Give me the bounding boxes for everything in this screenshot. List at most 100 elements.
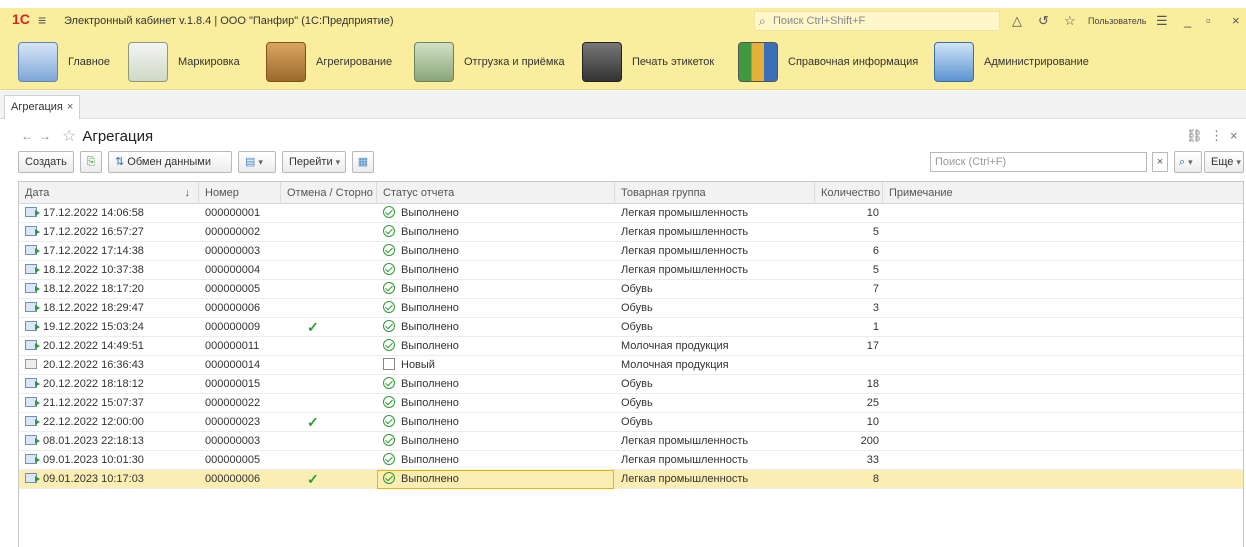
- cell-number: 000000011: [205, 340, 260, 352]
- done-status-icon: [383, 225, 395, 237]
- column-header-date[interactable]: Дата ↓: [19, 182, 199, 204]
- cell-quantity: 5: [872, 226, 879, 238]
- section-aggregation[interactable]: Агрегирование: [266, 34, 392, 90]
- done-status-icon: [383, 396, 395, 408]
- print-menu-button[interactable]: ▤ ▾: [238, 151, 276, 173]
- bell-icon[interactable]: △: [1012, 13, 1022, 29]
- table-row[interactable]: 18.12.2022 10:37:38 000000004 Выполнено Лег…: [19, 261, 1243, 280]
- cell-quantity: 3: [872, 302, 879, 314]
- global-search-input[interactable]: ⌕ Поиск Ctrl+Shift+F: [754, 11, 1000, 31]
- status-text: Выполнено: [401, 340, 459, 352]
- document-icon: [25, 435, 40, 445]
- cell-date: 09.01.2023 10:17:03: [25, 470, 195, 489]
- cell-number: 000000022: [205, 397, 261, 409]
- section-shipping[interactable]: Отгрузка и приёмка: [414, 34, 565, 90]
- cell-date: 20.12.2022 16:36:43: [25, 356, 195, 375]
- cell-group: Обувь: [621, 397, 653, 409]
- date-text: 17.12.2022 14:06:58: [43, 207, 144, 219]
- user-name[interactable]: Пользователь: [1088, 16, 1146, 26]
- cell-group: Обувь: [621, 283, 653, 295]
- settings-menu-icon[interactable]: ☰: [1156, 13, 1168, 29]
- close-window-icon[interactable]: ×: [1232, 13, 1240, 28]
- column-header-quantity[interactable]: Количество: [815, 182, 883, 204]
- back-arrow-icon[interactable]: ←: [18, 127, 36, 145]
- status-text: Выполнено: [401, 226, 459, 238]
- table-row[interactable]: 20.12.2022 16:36:43 000000014 Новый Молочна…: [19, 356, 1243, 375]
- document-icon: [25, 397, 40, 407]
- table-row[interactable]: 19.12.2022 15:03:24 000000009 ✓ Выполнено Об…: [19, 318, 1243, 337]
- app-title: Электронный кабинет v.1.8.4 | ООО "Панфи…: [64, 15, 394, 27]
- section-reference[interactable]: Справочная информация: [738, 34, 918, 90]
- cell-cancel: [307, 394, 347, 413]
- clear-search-button[interactable]: ×: [1152, 152, 1168, 172]
- edit-status-icon: [383, 358, 395, 370]
- close-form-icon[interactable]: ×: [1230, 128, 1238, 143]
- table-row[interactable]: 21.12.2022 15:07:37 000000022 Выполнено Обу…: [19, 394, 1243, 413]
- table-row[interactable]: 22.12.2022 12:00:00 000000023 ✓ Выполнено Об…: [19, 413, 1243, 432]
- search-options-button[interactable]: ⌕ ▾: [1174, 151, 1202, 173]
- tab-aggregation[interactable]: Агрегация ×: [4, 95, 81, 119]
- cell-date: 17.12.2022 17:14:38: [25, 242, 195, 261]
- table-row[interactable]: 17.12.2022 17:14:38 000000003 Выполнено Лег…: [19, 242, 1243, 261]
- done-status-icon: [383, 244, 395, 256]
- more-button[interactable]: Еще ▾: [1204, 151, 1244, 173]
- cell-cancel: [307, 204, 347, 223]
- document-icon: [25, 473, 40, 483]
- column-label: Дата: [25, 187, 50, 199]
- cell-group: Обувь: [621, 416, 653, 428]
- home-icon: [18, 42, 58, 82]
- table-row[interactable]: 17.12.2022 14:06:58 000000001 Выполнено Лег…: [19, 204, 1243, 223]
- main-menu-icon[interactable]: ≡: [38, 12, 46, 28]
- report-button[interactable]: ▦: [352, 151, 374, 173]
- table-row[interactable]: 20.12.2022 18:18:12 000000015 Выполнено Обу…: [19, 375, 1243, 394]
- table-row[interactable]: 09.01.2023 10:17:03 000000006 ✓ Выполнено Ле…: [19, 470, 1243, 489]
- favorite-star-icon[interactable]: ☆: [62, 126, 76, 146]
- cell-date: 17.12.2022 14:06:58: [25, 204, 195, 223]
- minimize-icon[interactable]: _: [1184, 13, 1191, 28]
- cell-date: 21.12.2022 15:07:37: [25, 394, 195, 413]
- cell-note: [889, 299, 1239, 318]
- cell-number: 000000001: [205, 207, 261, 219]
- cell-number: 000000014: [205, 359, 261, 371]
- column-header-status[interactable]: Статус отчета: [377, 182, 615, 204]
- goto-menu-button[interactable]: Перейти ▾: [282, 151, 346, 173]
- form-menu-icon[interactable]: ⋮: [1210, 128, 1223, 144]
- status-text: Выполнено: [401, 397, 459, 409]
- table-row[interactable]: 18.12.2022 18:17:20 000000005 Выполнено Обу…: [19, 280, 1243, 299]
- copy-doc-button[interactable]: ⎘: [80, 151, 102, 173]
- list-search-input[interactable]: Поиск (Ctrl+F): [930, 152, 1147, 172]
- cell-note: [889, 413, 1239, 432]
- document-icon: [25, 416, 40, 426]
- favorites-star-icon[interactable]: ☆: [1064, 13, 1076, 29]
- cell-quantity: 17: [866, 340, 879, 352]
- status-text: Новый: [401, 359, 435, 371]
- restore-icon[interactable]: ▫: [1206, 13, 1211, 28]
- data-exchange-button[interactable]: ⇅ Обмен данными: [108, 151, 232, 173]
- goto-label: Перейти: [289, 156, 333, 168]
- cell-status: Выполнено: [383, 451, 611, 470]
- date-text: 20.12.2022 16:36:43: [43, 359, 144, 371]
- history-icon[interactable]: ↺: [1038, 13, 1049, 29]
- table-row[interactable]: 20.12.2022 14:49:51 000000011 Выполнено Мол…: [19, 337, 1243, 356]
- table-row[interactable]: 08.01.2023 22:18:13 000000003 Выполнено Лег…: [19, 432, 1243, 451]
- cell-date: 22.12.2022 12:00:00: [25, 413, 195, 432]
- column-header-cancel[interactable]: Отмена / Сторно: [281, 182, 377, 204]
- form-header: ← → ☆ Агрегация: [18, 126, 153, 146]
- link-icon[interactable]: ⛓: [1186, 128, 1203, 144]
- column-header-note[interactable]: Примечание: [883, 182, 1243, 204]
- close-tab-icon[interactable]: ×: [67, 101, 73, 113]
- section-marking[interactable]: Маркировка: [128, 34, 240, 90]
- forward-arrow-icon[interactable]: →: [36, 127, 54, 145]
- search-icon: ⌕: [1179, 156, 1186, 168]
- section-main[interactable]: Главное: [18, 34, 110, 90]
- create-button[interactable]: Создать: [18, 151, 74, 173]
- table-row[interactable]: 18.12.2022 18:29:47 000000006 Выполнено Обу…: [19, 299, 1243, 318]
- table-row[interactable]: 09.01.2023 10:01:30 000000005 Выполнено Лег…: [19, 451, 1243, 470]
- section-label-printing[interactable]: Печать этикеток: [582, 34, 714, 90]
- section-administration[interactable]: Администрирование: [934, 34, 1089, 90]
- column-header-group[interactable]: Товарная группа: [615, 182, 815, 204]
- column-header-number[interactable]: Номер: [199, 182, 281, 204]
- cell-note: [889, 242, 1239, 261]
- table-row[interactable]: 17.12.2022 16:57:27 000000002 Выполнено Лег…: [19, 223, 1243, 242]
- cell-cancel: [307, 451, 347, 470]
